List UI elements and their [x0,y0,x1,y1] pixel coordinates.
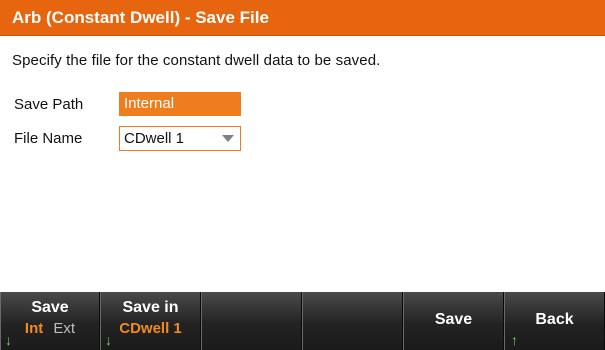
save-in-value: CDwell 1 [119,320,182,337]
softkey-blank-2[interactable] [302,292,403,350]
save-in-softkey[interactable]: Save in CDwell 1 ↓ [100,292,201,350]
title-bar: Arb (Constant Dwell) - Save File [0,0,605,36]
save-location-label: Save [31,299,69,316]
arrow-up-icon: ↑ [511,332,518,348]
description-text: Specify the file for the constant dwell … [12,52,381,69]
content-panel: Specify the file for the constant dwell … [0,36,605,292]
chevron-down-icon [222,135,234,142]
file-name-value: CDwell 1 [124,130,185,147]
save-in-label: Save in [122,299,179,316]
page-title: Arb (Constant Dwell) - Save File [12,7,269,27]
file-name-dropdown[interactable]: CDwell 1 [119,126,241,151]
option-int: Int [24,320,44,337]
save-path-field[interactable]: Internal [119,92,241,116]
arrow-down-icon: ↓ [105,332,112,348]
file-name-label: File Name [14,130,83,147]
save-location-options: Int Ext [1,320,99,337]
arrow-down-icon: ↓ [5,332,12,348]
back-button-label: Back [535,311,574,328]
option-ext: Ext [53,320,76,337]
softkey-bar: Save Int Ext ↓ Save in CDwell 1 ↓ Save B… [0,292,605,350]
save-location-softkey[interactable]: Save Int Ext ↓ [0,292,100,350]
softkey-blank-1[interactable] [201,292,302,350]
back-softkey[interactable]: Back ↑ [504,292,605,350]
save-softkey[interactable]: Save [403,292,504,350]
save-button-label: Save [434,311,473,328]
save-path-label: Save Path [14,96,84,113]
